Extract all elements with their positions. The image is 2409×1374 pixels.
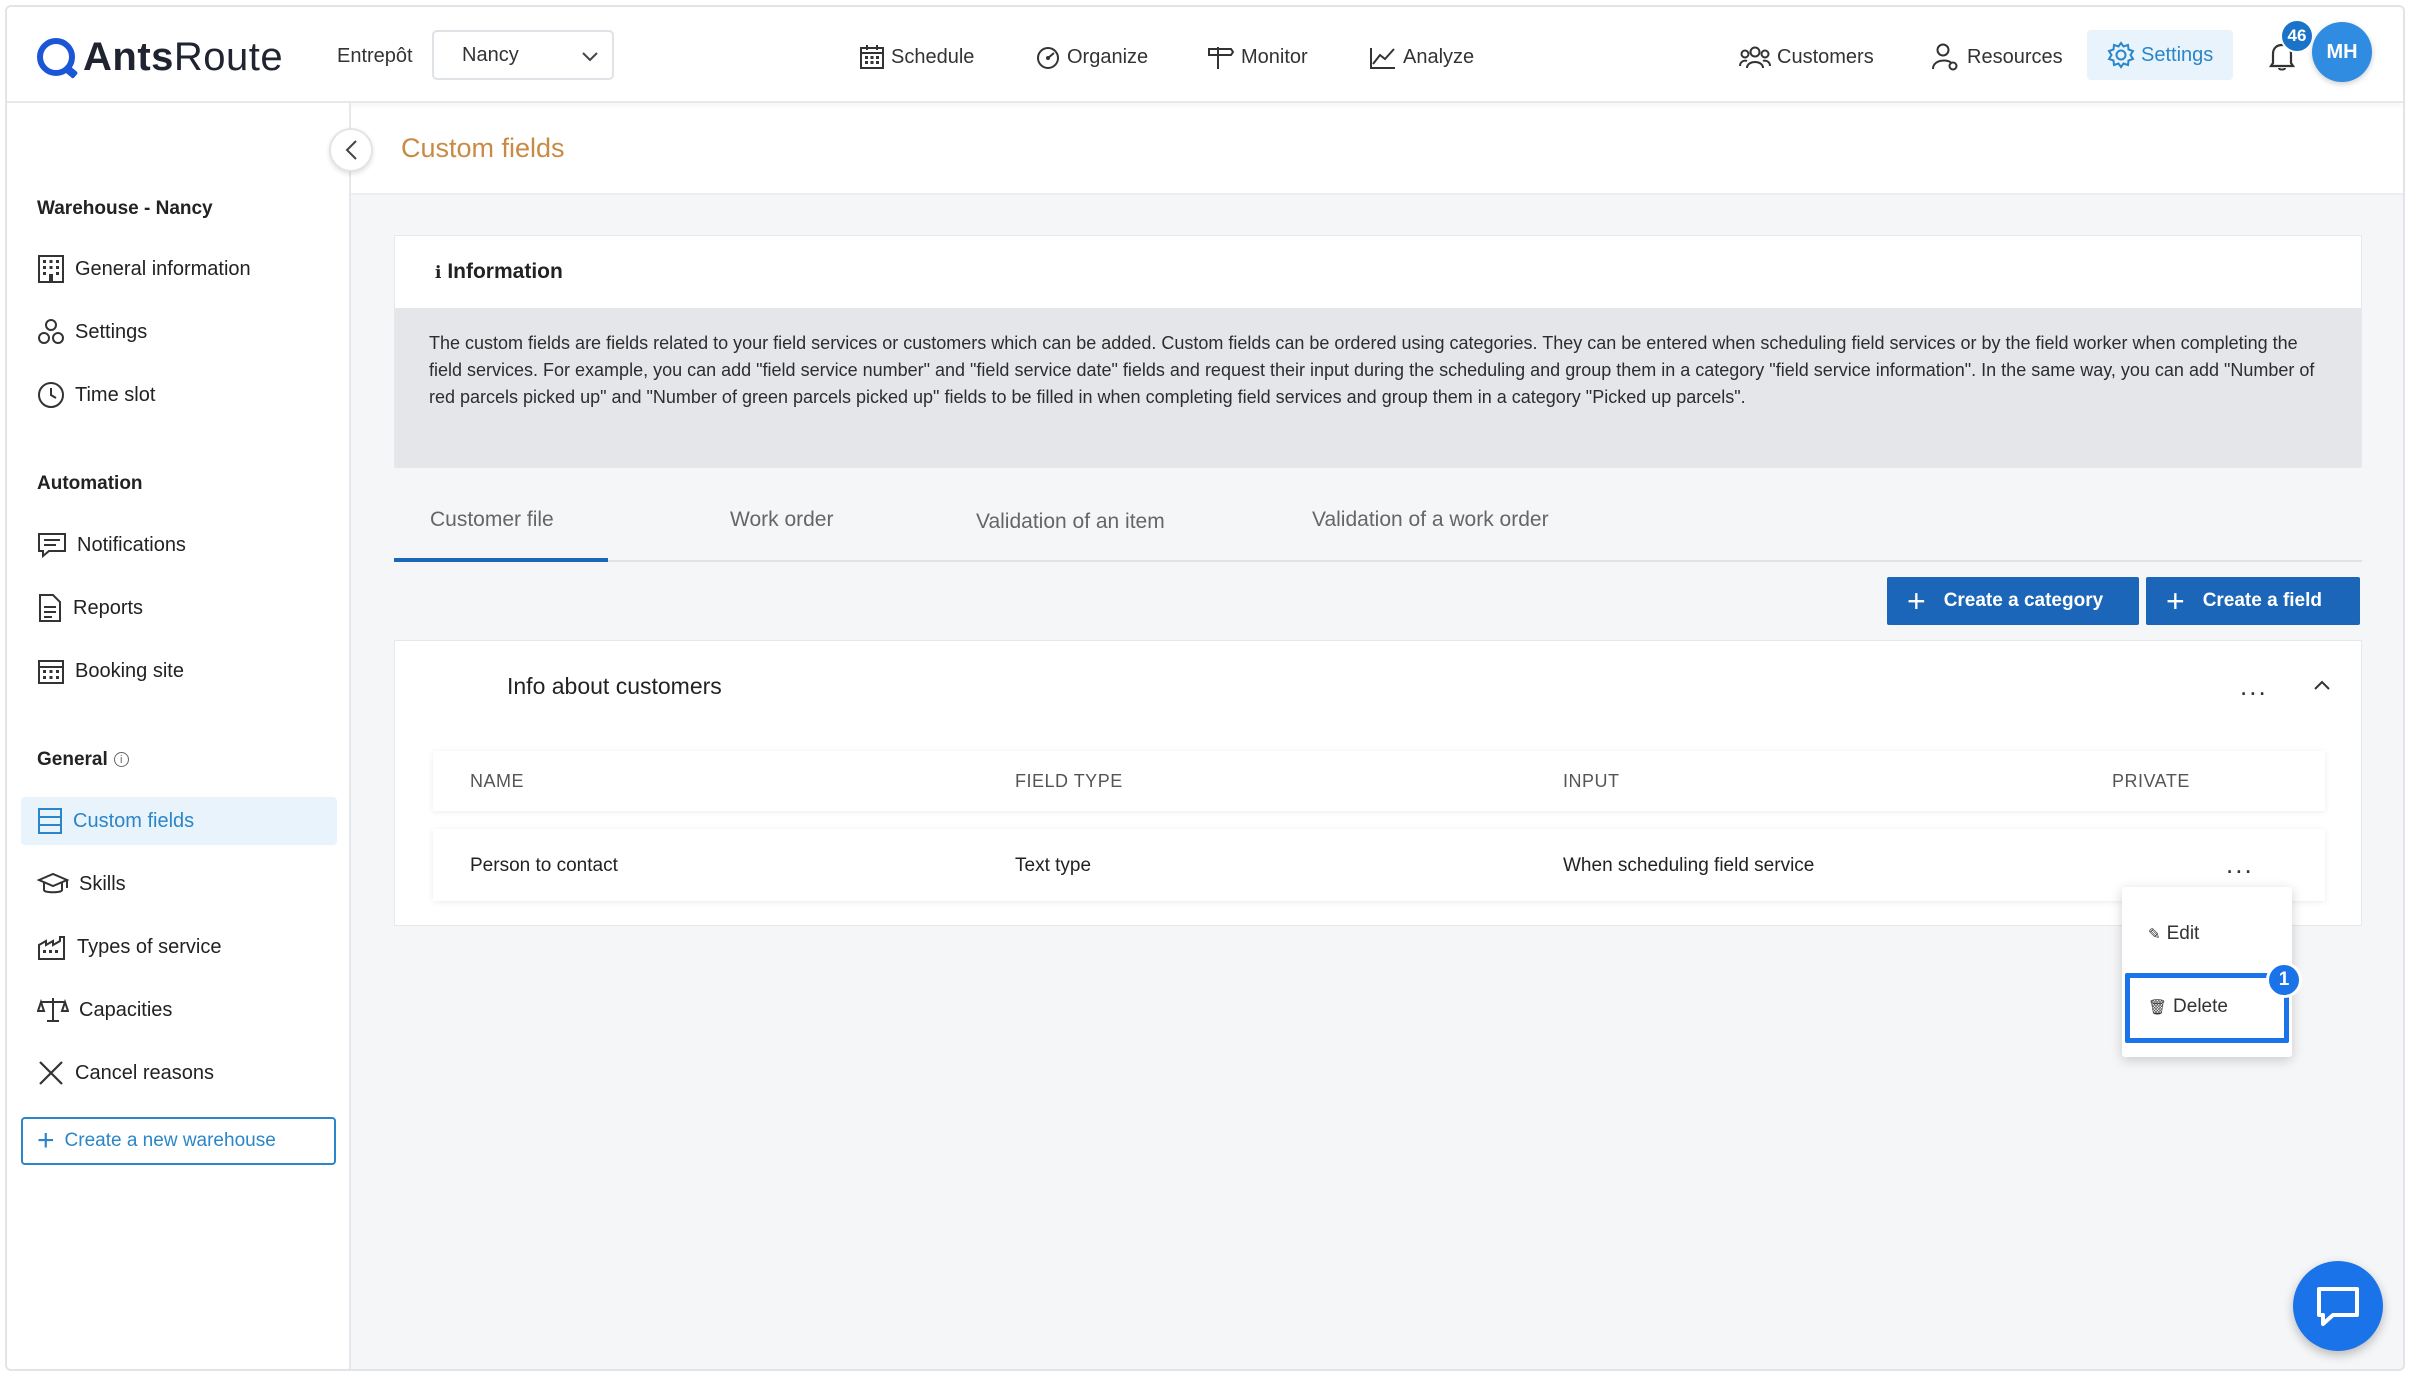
sidebar-item-general-information[interactable]: General information bbox=[37, 245, 343, 293]
chevron-up-icon[interactable] bbox=[2313, 671, 2331, 697]
message-icon bbox=[38, 533, 66, 559]
sidebar: Warehouse - Nancy General information Se… bbox=[7, 103, 351, 1369]
column-field-type: FIELD TYPE bbox=[1015, 771, 1123, 791]
sidebar-item-cancel-reasons[interactable]: Cancel reasons bbox=[37, 1049, 343, 1097]
sidebar-item-custom-fields[interactable]: Custom fields bbox=[21, 797, 337, 845]
list-icon bbox=[38, 808, 62, 834]
column-input: INPUT bbox=[1563, 771, 1620, 791]
collapse-sidebar-button[interactable] bbox=[329, 128, 373, 172]
nav-resources[interactable]: Resources bbox=[1931, 37, 2063, 77]
notification-badge: 46 bbox=[2280, 19, 2314, 53]
cell-name: Person to contact bbox=[470, 855, 618, 876]
chevron-left-icon bbox=[345, 140, 357, 160]
tab-validation-work-order[interactable]: Validation of a work order bbox=[1312, 508, 1549, 532]
user-gear-icon bbox=[1932, 43, 1958, 71]
more-options-icon[interactable]: ... bbox=[2240, 671, 2268, 702]
settings-cluster-icon bbox=[38, 319, 64, 344]
pencil-icon: ✎ bbox=[2148, 926, 2161, 943]
information-panel: ℹ Information The custom fields are fiel… bbox=[394, 235, 2362, 468]
chevron-down-icon bbox=[582, 46, 598, 67]
table-header: NAME FIELD TYPE INPUT PRIVATE bbox=[433, 751, 2325, 811]
warehouse-select[interactable]: Nancy bbox=[432, 30, 614, 80]
category-title: Info about customers bbox=[507, 673, 722, 699]
active-tab-indicator bbox=[394, 558, 608, 562]
tab-bar: Customer file Work order Validation of a… bbox=[394, 490, 2362, 562]
tab-work-order[interactable]: Work order bbox=[730, 508, 833, 532]
graduation-cap-icon bbox=[37, 872, 69, 894]
sidebar-item-settings[interactable]: Settings bbox=[37, 308, 343, 356]
sidebar-item-time-slot[interactable]: Time slot bbox=[37, 371, 343, 419]
sidebar-item-reports[interactable]: Reports bbox=[37, 584, 343, 632]
nav-analyze[interactable]: Analyze bbox=[1369, 37, 1474, 77]
sidebar-heading-general: General i bbox=[37, 749, 129, 771]
clock-icon bbox=[38, 382, 64, 408]
warehouse-label: Entrepôt bbox=[337, 45, 413, 67]
menu-item-edit[interactable]: ✎ Edit bbox=[2148, 923, 2199, 945]
create-category-button[interactable]: + Create a category bbox=[1887, 577, 2139, 625]
page-title: Custom fields bbox=[401, 133, 565, 163]
tab-validation-item[interactable]: Validation of an item bbox=[976, 510, 1165, 534]
app-window: AntsRoute Entrepôt Nancy Schedule Organi… bbox=[5, 5, 2405, 1371]
sidebar-item-notifications[interactable]: Notifications bbox=[37, 521, 343, 569]
column-name: NAME bbox=[470, 771, 525, 791]
document-icon bbox=[39, 594, 61, 622]
info-icon: ℹ bbox=[435, 263, 442, 282]
create-field-button[interactable]: + Create a field bbox=[2146, 577, 2360, 625]
logo[interactable]: AntsRoute bbox=[37, 33, 283, 81]
factory-icon bbox=[38, 936, 65, 960]
information-text: The custom fields are fields related to … bbox=[395, 308, 2361, 468]
calendar-icon bbox=[38, 660, 64, 684]
nav-monitor[interactable]: Monitor bbox=[1207, 37, 1308, 77]
scale-icon bbox=[37, 998, 69, 1022]
tab-customer-file[interactable]: Customer file bbox=[430, 508, 554, 532]
nav-organize[interactable]: Organize bbox=[1035, 37, 1148, 77]
plus-icon: + bbox=[1907, 583, 1926, 619]
step-badge: 1 bbox=[2266, 962, 2302, 998]
sidebar-item-skills[interactable]: Skills bbox=[37, 860, 343, 908]
table-row[interactable]: Person to contact Text type When schedul… bbox=[433, 829, 2325, 901]
gauge-icon bbox=[1037, 47, 1059, 69]
information-title: ℹ Information bbox=[435, 260, 563, 283]
sidebar-item-capacities[interactable]: Capacities bbox=[37, 986, 343, 1034]
gear-icon bbox=[2107, 41, 2135, 69]
category-card: Info about customers ... NAME FIELD TYPE… bbox=[394, 640, 2362, 926]
sidebar-heading-warehouse: Warehouse - Nancy bbox=[37, 198, 213, 219]
chat-button[interactable] bbox=[2293, 1261, 2383, 1351]
chat-icon bbox=[2317, 1287, 2359, 1326]
create-warehouse-button[interactable]: + Create a new warehouse bbox=[21, 1117, 336, 1165]
nav-schedule[interactable]: Schedule bbox=[859, 37, 974, 77]
sidebar-heading-automation: Automation bbox=[37, 473, 143, 494]
plus-icon: + bbox=[37, 1124, 55, 1157]
highlight-box bbox=[2125, 973, 2289, 1043]
row-more-options-icon[interactable]: ... bbox=[2226, 849, 2254, 880]
nav-customers[interactable]: Customers bbox=[1739, 37, 1874, 77]
sidebar-item-booking-site[interactable]: Booking site bbox=[37, 647, 343, 695]
info-icon[interactable]: i bbox=[113, 752, 129, 768]
page-header: Custom fields bbox=[351, 103, 2403, 195]
top-bar: AntsRoute Entrepôt Nancy Schedule Organi… bbox=[7, 7, 2403, 103]
cell-field-type: Text type bbox=[1015, 855, 1092, 876]
calendar-icon bbox=[860, 45, 884, 69]
logo-icon bbox=[37, 38, 75, 76]
avatar[interactable]: MH bbox=[2312, 22, 2372, 82]
nav-settings[interactable]: Settings bbox=[2087, 30, 2234, 80]
sidebar-item-types-of-service[interactable]: Types of service bbox=[37, 923, 343, 971]
plus-icon: + bbox=[2166, 583, 2185, 619]
users-icon bbox=[1739, 46, 1771, 69]
cell-input: When scheduling field service bbox=[1563, 855, 1815, 876]
building-icon bbox=[38, 255, 64, 283]
close-icon bbox=[39, 1061, 63, 1085]
chart-icon bbox=[1370, 48, 1395, 69]
column-private: PRIVATE bbox=[2112, 771, 2190, 791]
signpost-icon bbox=[1208, 47, 1235, 69]
